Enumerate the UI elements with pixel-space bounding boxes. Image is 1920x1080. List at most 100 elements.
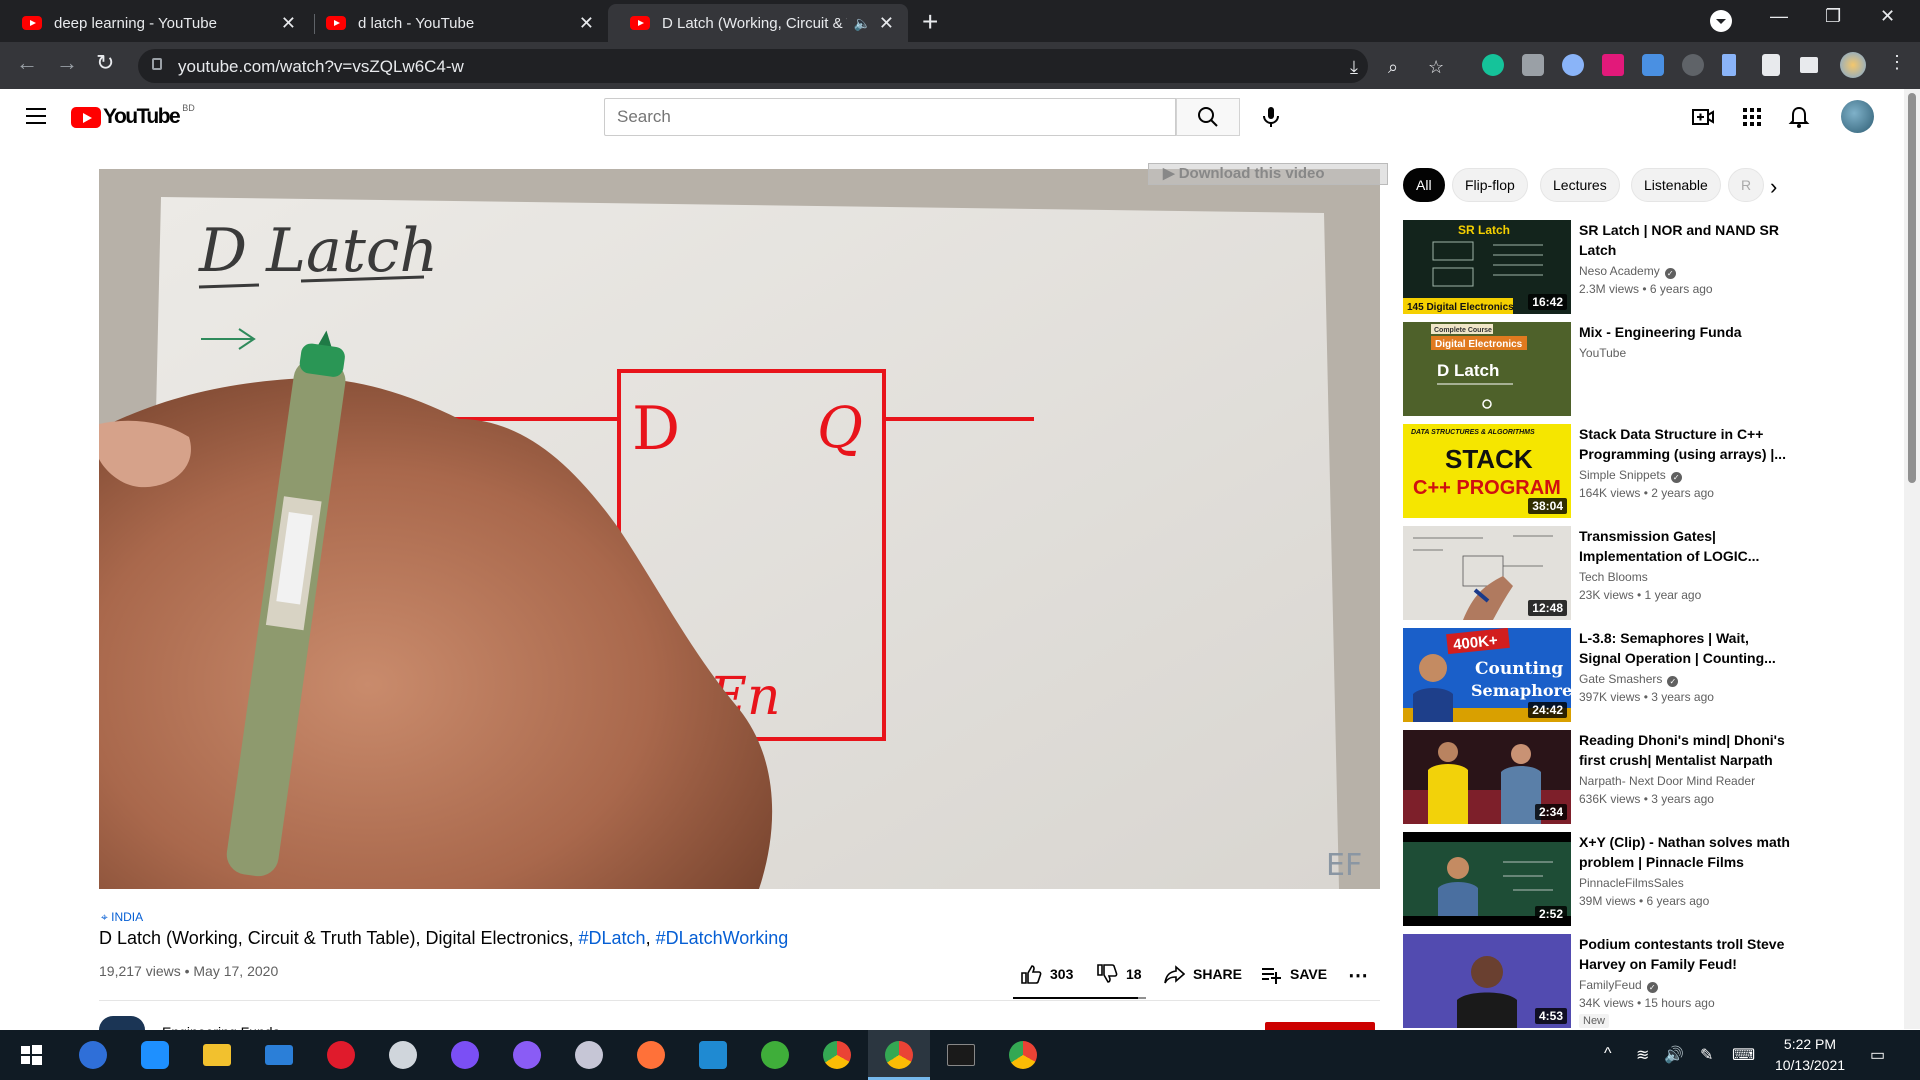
taskbar-app[interactable]	[124, 1030, 186, 1080]
notifications-button[interactable]	[1787, 105, 1811, 129]
video-title[interactable]: L-3.8: Semaphores | Wait, Signal Operati…	[1579, 628, 1791, 668]
new-tab-button[interactable]: +	[922, 6, 938, 38]
taskbar-app[interactable]	[248, 1030, 310, 1080]
taskbar-app[interactable]	[806, 1030, 868, 1080]
recommendation-item[interactable]: 12:48 Transmission Gates| Implementation…	[1403, 526, 1803, 628]
channel-avatar[interactable]	[99, 1016, 145, 1030]
tab-close-icon[interactable]: ✕	[579, 13, 594, 34]
channel-name[interactable]: Gate Smashers ✓	[1579, 672, 1679, 687]
profile-avatar[interactable]	[1840, 52, 1866, 78]
pen-icon[interactable]: ✎	[1700, 1045, 1713, 1065]
channel-name[interactable]: Neso Academy ✓	[1579, 264, 1676, 279]
video-player[interactable]: D Latch D Q En EF	[99, 169, 1380, 889]
scrollbar-thumb[interactable]	[1908, 93, 1916, 483]
tab-close-icon[interactable]: ✕	[879, 13, 894, 34]
speaker-icon[interactable]: 🔈	[853, 15, 870, 32]
extension-icon[interactable]	[1682, 54, 1704, 76]
extension-icon[interactable]	[1722, 54, 1736, 76]
recommendation-item[interactable]: 400K+ Counting Semaphore 24:42 L-3.8: Se…	[1403, 628, 1803, 730]
taskbar-app[interactable]	[682, 1030, 744, 1080]
video-thumbnail[interactable]: SR Latch 145 Digital Electronics 16:42	[1403, 220, 1571, 314]
grammarly-extension-icon[interactable]	[1482, 54, 1504, 76]
video-title[interactable]: Mix - Engineering Funda	[1579, 322, 1791, 342]
chip-flip-flop[interactable]: Flip-flop	[1452, 168, 1528, 202]
taskbar-app[interactable]	[744, 1030, 806, 1080]
menu-icon[interactable]	[26, 108, 46, 124]
url-text[interactable]: youtube.com/watch?v=vsZQLw6C4-w	[178, 57, 464, 77]
tab-d-latch-search[interactable]: d latch - YouTube ✕	[304, 4, 608, 42]
video-title[interactable]: Reading Dhoni's mind| Dhoni's first crus…	[1579, 730, 1791, 770]
voice-search-button[interactable]	[1257, 103, 1285, 131]
taskbar-app[interactable]	[992, 1030, 1054, 1080]
video-thumbnail[interactable]: 2:52	[1403, 832, 1571, 926]
keyboard-icon[interactable]: ⌨	[1732, 1045, 1755, 1065]
recommendation-item[interactable]: DATA STRUCTURES & ALGORITHMS STACK C++ P…	[1403, 424, 1803, 526]
page-scrollbar[interactable]	[1904, 89, 1920, 1029]
video-thumbnail[interactable]: 12:48	[1403, 526, 1571, 620]
tray-chevron-up-icon[interactable]: ^	[1604, 1045, 1612, 1063]
system-clock[interactable]: 5:22 PM 10/13/2021	[1760, 1034, 1860, 1076]
subscribe-button[interactable]	[1265, 1022, 1375, 1030]
chip-partial[interactable]: R	[1728, 168, 1764, 202]
taskbar-app[interactable]	[930, 1030, 992, 1080]
install-app-icon[interactable]: ⤓	[1350, 57, 1358, 78]
chevron-right-icon[interactable]: ›	[1770, 174, 1777, 200]
tab-search-button[interactable]	[1710, 10, 1732, 32]
share-button[interactable]: SHARE	[1163, 963, 1242, 985]
download-extension-icon[interactable]	[1642, 54, 1664, 76]
video-title[interactable]: Podium contestants troll Steve Harvey on…	[1579, 934, 1791, 974]
notifications-icon[interactable]: ▭	[1870, 1045, 1885, 1065]
taskbar-app[interactable]	[62, 1030, 124, 1080]
chip-all[interactable]: All	[1403, 168, 1445, 202]
media-queue-icon[interactable]	[1800, 57, 1818, 73]
video-thumbnail[interactable]: 2:34	[1403, 730, 1571, 824]
chip-listenable[interactable]: Listenable	[1631, 168, 1721, 202]
video-title[interactable]: SR Latch | NOR and NAND SR Latch	[1579, 220, 1791, 260]
channel-name[interactable]: FamilyFeud ✓	[1579, 978, 1658, 993]
video-title[interactable]: Stack Data Structure in C++ Programming …	[1579, 424, 1791, 464]
minimize-button[interactable]: —	[1770, 6, 1788, 27]
close-window-button[interactable]: ✕	[1880, 6, 1895, 27]
video-title[interactable]: Transmission Gates| Implementation of LO…	[1579, 526, 1791, 566]
puzzle-extensions-icon[interactable]	[1762, 54, 1780, 76]
back-button[interactable]: ←	[16, 50, 38, 76]
hashtag-link[interactable]: #DLatch	[579, 928, 646, 948]
extension-icon[interactable]	[1602, 54, 1624, 76]
video-thumbnail[interactable]: 4:53	[1403, 934, 1571, 1028]
video-thumbnail[interactable]: 400K+ Counting Semaphore 24:42	[1403, 628, 1571, 722]
tab-deep-learning[interactable]: deep learning - YouTube ✕	[0, 4, 310, 42]
start-button[interactable]	[0, 1030, 62, 1080]
forward-button[interactable]: →	[56, 50, 78, 76]
extension-icon[interactable]	[1562, 54, 1584, 76]
tab-d-latch-video[interactable]: D Latch (Working, Circuit & T 🔈 ✕	[608, 4, 908, 42]
volume-icon[interactable]: 🔊	[1664, 1045, 1684, 1065]
hashtag-link[interactable]: #DLatchWorking	[656, 928, 789, 948]
create-video-button[interactable]	[1691, 105, 1715, 129]
camera-extension-icon[interactable]	[1522, 54, 1544, 76]
user-avatar[interactable]	[1841, 100, 1874, 133]
bookmark-star-icon[interactable]: ☆	[1428, 57, 1444, 78]
wifi-icon[interactable]: ≋	[1636, 1045, 1649, 1065]
recommendation-item[interactable]: Complete Course Digital Electronics D La…	[1403, 322, 1803, 424]
save-button[interactable]: SAVE	[1260, 963, 1327, 985]
channel-name[interactable]: Simple Snippets ✓	[1579, 468, 1682, 483]
taskbar-app-active[interactable]	[868, 1030, 930, 1080]
maximize-button[interactable]: ❐	[1825, 6, 1841, 27]
location-tag[interactable]: ⌖ INDIA	[101, 910, 143, 925]
browser-menu-icon[interactable]: ⋮	[1888, 52, 1906, 73]
taskbar-app[interactable]	[434, 1030, 496, 1080]
search-button[interactable]	[1176, 98, 1240, 136]
video-thumbnail[interactable]: Complete Course Digital Electronics D La…	[1403, 322, 1571, 416]
zoom-icon[interactable]: ⌕	[1388, 57, 1398, 78]
taskbar-app[interactable]	[372, 1030, 434, 1080]
channel-name[interactable]: PinnacleFilmsSales	[1579, 876, 1684, 890]
dislike-button[interactable]: 18	[1096, 963, 1142, 985]
recommendation-item[interactable]: 2:34 Reading Dhoni's mind| Dhoni's first…	[1403, 730, 1803, 832]
video-thumbnail[interactable]: DATA STRUCTURES & ALGORITHMS STACK C++ P…	[1403, 424, 1571, 518]
channel-name[interactable]: Tech Blooms	[1579, 570, 1648, 584]
video-title[interactable]: X+Y (Clip) - Nathan solves math problem …	[1579, 832, 1791, 872]
taskbar-app[interactable]	[558, 1030, 620, 1080]
chip-lectures[interactable]: Lectures	[1540, 168, 1620, 202]
taskbar-app[interactable]	[620, 1030, 682, 1080]
tab-close-icon[interactable]: ✕	[281, 13, 296, 34]
